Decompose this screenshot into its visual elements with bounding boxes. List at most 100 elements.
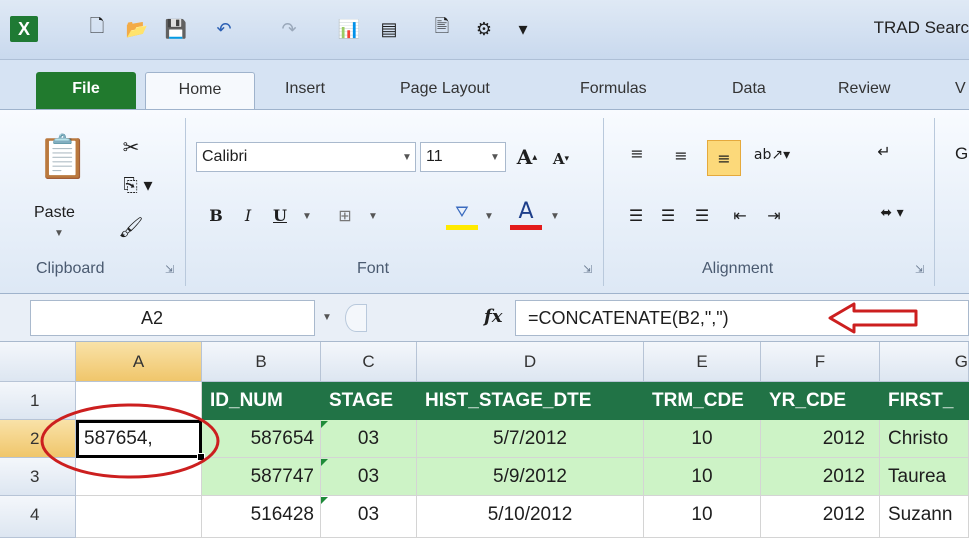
font-group-label: Font xyxy=(357,260,390,277)
expand-formula-icon[interactable] xyxy=(345,304,367,332)
font-name-box[interactable]: Calibri xyxy=(196,142,416,172)
cell-G1[interactable]: FIRST_ xyxy=(880,382,969,420)
fill-color-dropdown-icon[interactable]: ▼ xyxy=(484,211,494,222)
annotation-ellipse-icon xyxy=(40,403,220,479)
font-dialog-launcher-icon[interactable]: ⇲ xyxy=(583,263,592,276)
cell-G4[interactable]: Suzann xyxy=(880,496,969,538)
font-color-dropdown-icon[interactable]: ▼ xyxy=(550,211,560,222)
tab-home[interactable]: Home xyxy=(145,72,255,110)
shrink-font-icon[interactable]: A ▾ xyxy=(548,146,574,172)
formula-bar: A2 ▼ fx =CONCATENATE(B2,",") xyxy=(0,294,969,342)
chart-icon[interactable]: 📊 xyxy=(335,16,363,42)
increase-indent-icon[interactable]: ⇥ xyxy=(760,200,788,230)
tab-page-layout[interactable]: Page Layout xyxy=(400,72,490,110)
merge-center-icon[interactable]: ⬌ ▾ xyxy=(870,198,914,228)
tab-view[interactable]: V xyxy=(955,72,966,110)
copy-icon[interactable]: ⎘ ▾ xyxy=(118,172,158,198)
bold-button[interactable]: B xyxy=(202,200,230,230)
name-box[interactable]: A2 xyxy=(30,300,315,336)
column-header-C[interactable]: C xyxy=(321,342,417,382)
borders-dropdown-icon[interactable]: ▼ xyxy=(368,211,378,222)
print-preview-icon[interactable]: 🖹 xyxy=(428,16,456,42)
align-top-icon[interactable]: ≡ xyxy=(622,138,652,168)
cell-G2[interactable]: Christo xyxy=(880,420,969,458)
cell-A4[interactable] xyxy=(76,496,202,538)
cell-E1[interactable]: TRM_CDE xyxy=(644,382,761,420)
underline-dropdown-icon[interactable]: ▼ xyxy=(302,211,312,222)
font-color-icon[interactable]: A xyxy=(510,198,542,230)
tab-file[interactable]: File xyxy=(36,72,136,110)
cell-B4[interactable]: 516428 xyxy=(202,496,321,538)
orientation-icon[interactable]: ab↗▾ xyxy=(752,140,792,170)
cell-G3[interactable]: Taurea xyxy=(880,458,969,496)
cell-C1[interactable]: STAGE xyxy=(321,382,417,420)
format-painter-icon[interactable]: 🖌 xyxy=(118,214,144,240)
excel-logo-icon: X xyxy=(10,16,38,42)
tab-review[interactable]: Review xyxy=(838,72,890,110)
column-header-E[interactable]: E xyxy=(644,342,761,382)
borders-icon[interactable]: ⊞ xyxy=(330,200,360,230)
paste-dropdown-icon[interactable]: ▼ xyxy=(54,228,64,239)
align-middle-icon[interactable]: ≡ xyxy=(666,140,696,170)
macro-icon[interactable]: ⚙ xyxy=(470,16,498,42)
column-header-D[interactable]: D xyxy=(417,342,644,382)
alignment-dialog-launcher-icon[interactable]: ⇲ xyxy=(915,263,924,276)
wrap-text-icon[interactable]: ↵ xyxy=(870,136,898,166)
title-bar: X 🗋 📂 💾 ↶ ↷ 📊 ▤ 🖹 ⚙ ▾ TRAD Searc xyxy=(0,0,969,60)
font-name-dropdown-icon[interactable]: ▼ xyxy=(402,152,412,163)
name-box-dropdown-icon[interactable]: ▼ xyxy=(322,312,332,323)
redo-icon[interactable]: ↷ xyxy=(275,16,303,42)
tab-insert[interactable]: Insert xyxy=(285,72,325,110)
align-right-icon[interactable]: ☰ xyxy=(688,200,716,230)
cell-F3[interactable]: 2012 xyxy=(761,458,880,496)
cell-C4[interactable]: 03 xyxy=(321,496,417,538)
paste-icon[interactable]: 📋 xyxy=(37,122,89,192)
grow-font-icon[interactable]: A ▴ xyxy=(512,142,542,172)
save-icon[interactable]: 💾 xyxy=(162,16,190,42)
row-header-4[interactable]: 4 xyxy=(0,496,76,538)
align-left-icon[interactable]: ☰ xyxy=(622,200,650,230)
insert-function-icon[interactable]: fx xyxy=(484,306,502,327)
cell-C2[interactable]: 03 xyxy=(321,420,417,458)
cell-E3[interactable]: 10 xyxy=(644,458,761,496)
align-bottom-icon[interactable]: ≡ xyxy=(707,140,741,176)
undo-icon[interactable]: ↶ xyxy=(210,16,238,42)
cut-icon[interactable]: ✂ xyxy=(118,134,144,160)
window-title: TRAD Searc xyxy=(873,18,969,37)
column-header-A[interactable]: A xyxy=(76,342,202,382)
customize-toolbar-icon[interactable]: ▾ xyxy=(513,16,533,42)
open-folder-icon[interactable]: 📂 xyxy=(123,16,151,42)
underline-button[interactable]: U xyxy=(266,200,294,230)
cell-E4[interactable]: 10 xyxy=(644,496,761,538)
column-header-G[interactable]: G xyxy=(880,342,969,382)
spreadsheet-grid: A B C D E F G 1 2 3 4 ID_NUM STAGE HIST_… xyxy=(0,342,969,538)
font-size-dropdown-icon[interactable]: ▼ xyxy=(490,152,500,163)
ribbon-separator xyxy=(934,118,935,286)
cell-E2[interactable]: 10 xyxy=(644,420,761,458)
new-file-icon[interactable]: 🗋 xyxy=(85,16,109,42)
cell-D2[interactable]: 5/7/2012 xyxy=(417,420,644,458)
paste-button-label[interactable]: Paste xyxy=(34,204,75,222)
ribbon-separator xyxy=(603,118,604,286)
italic-button[interactable]: I xyxy=(234,200,262,230)
form-icon[interactable]: ▤ xyxy=(375,16,403,42)
ribbon: 📋 Paste ▼ ✂ ⎘ ▾ 🖌 Clipboard ⇲ Calibri ▼ … xyxy=(0,109,969,294)
select-all-corner[interactable] xyxy=(0,342,76,382)
cell-F2[interactable]: 2012 xyxy=(761,420,880,458)
next-group-letter: G xyxy=(955,144,969,163)
fill-color-icon[interactable]: ⛛ xyxy=(446,198,478,230)
column-header-F[interactable]: F xyxy=(761,342,880,382)
cell-F4[interactable]: 2012 xyxy=(761,496,880,538)
cell-D4[interactable]: 5/10/2012 xyxy=(417,496,644,538)
decrease-indent-icon[interactable]: ⇤ xyxy=(726,200,754,230)
tab-data[interactable]: Data xyxy=(732,72,766,110)
clipboard-dialog-launcher-icon[interactable]: ⇲ xyxy=(165,263,174,276)
tab-formulas[interactable]: Formulas xyxy=(580,72,647,110)
cell-D3[interactable]: 5/9/2012 xyxy=(417,458,644,496)
cell-D1[interactable]: HIST_STAGE_DTE xyxy=(417,382,644,420)
cell-F1[interactable]: YR_CDE xyxy=(761,382,880,420)
column-header-B[interactable]: B xyxy=(202,342,321,382)
cell-C3[interactable]: 03 xyxy=(321,458,417,496)
align-center-icon[interactable]: ☰ xyxy=(654,200,682,230)
clipboard-group-label: Clipboard xyxy=(36,260,105,277)
